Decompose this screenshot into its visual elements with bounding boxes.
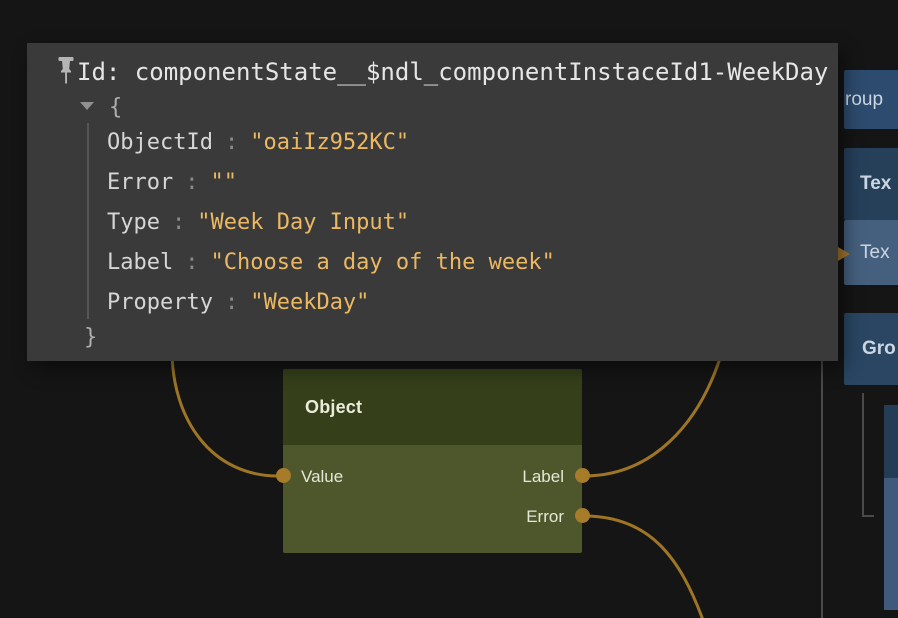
input-port-label-value: Value [301, 467, 343, 487]
json-rows: ObjectId: "oaiIz952KC" Error: "" Type: "Wee… [107, 122, 555, 322]
text-node-header-label: Tex [860, 173, 891, 195]
json-open-brace: { [109, 89, 122, 125]
popup-title: Id: componentState__$ndl_componentInstac… [77, 57, 828, 87]
group2-node-label: Gro [862, 338, 896, 360]
object-node-body: Value Label Error [283, 445, 582, 553]
json-close-brace: } [84, 317, 97, 357]
json-key: Property [107, 290, 213, 315]
group-node-partial[interactable]: roup [844, 70, 898, 129]
json-separator: : [225, 130, 238, 155]
far-right-node-header-partial[interactable] [884, 405, 898, 478]
json-value: "WeekDay" [250, 290, 369, 315]
wire-to-value-port[interactable] [172, 350, 278, 476]
json-value: "" [210, 170, 237, 195]
json-key: ObjectId [107, 130, 213, 155]
json-key: Label [107, 250, 173, 275]
text-node-header-partial[interactable]: Tex [844, 148, 898, 220]
collapse-caret-icon[interactable] [80, 102, 94, 110]
output-port-label-label: Label [522, 467, 564, 487]
value-input-port[interactable] [276, 468, 291, 483]
json-row: Error: "" [107, 162, 555, 202]
json-indent-guide [87, 123, 89, 319]
node-graph-canvas[interactable]: Object Value Label Error roup Tex Tex Gr… [0, 0, 898, 618]
label-output-port[interactable] [575, 468, 590, 483]
object-node[interactable]: Object Value Label Error [283, 369, 582, 553]
object-node-title: Object [305, 397, 362, 418]
far-right-node-body-partial[interactable] [884, 478, 898, 610]
json-row: Property: "WeekDay" [107, 282, 555, 322]
object-node-header[interactable]: Object [283, 369, 582, 445]
json-row: ObjectId: "oaiIz952KC" [107, 122, 555, 162]
error-output-port[interactable] [575, 508, 590, 523]
wire-from-label-port[interactable] [584, 352, 722, 476]
json-separator: : [225, 290, 238, 315]
json-value: "Choose a day of the week" [210, 250, 554, 275]
json-row: Type: "Week Day Input" [107, 202, 555, 242]
pin-icon[interactable] [57, 57, 75, 85]
text-node-body-partial[interactable]: Tex [844, 220, 898, 285]
json-key: Type [107, 210, 160, 235]
input-port-triangle-icon[interactable] [838, 247, 850, 261]
group-node-label: roup [845, 89, 883, 111]
debug-inspector-popup: Id: componentState__$ndl_componentInstac… [27, 43, 838, 361]
json-separator: : [185, 170, 198, 195]
wire-from-error-port[interactable] [584, 516, 703, 618]
text-node-body-label: Tex [860, 242, 890, 264]
json-separator: : [185, 250, 198, 275]
json-value: "oaiIz952KC" [250, 130, 409, 155]
json-value: "Week Day Input" [197, 210, 409, 235]
json-key: Error [107, 170, 173, 195]
json-row: Label: "Choose a day of the week" [107, 242, 555, 282]
json-separator: : [172, 210, 185, 235]
output-port-label-error: Error [526, 507, 564, 527]
group2-node-partial[interactable]: Gro [844, 313, 898, 385]
